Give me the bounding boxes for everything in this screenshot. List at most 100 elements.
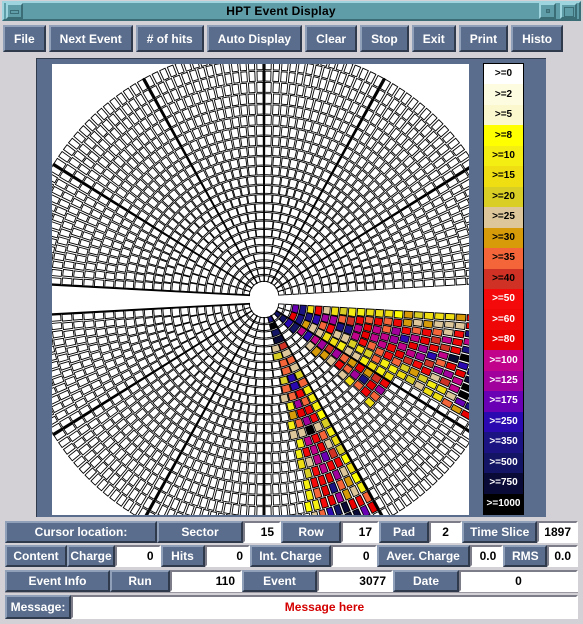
pad[interactable] — [246, 175, 256, 186]
pad[interactable] — [272, 203, 283, 214]
legend-cell-20[interactable]: >=750 — [484, 473, 523, 494]
pad[interactable] — [126, 262, 138, 273]
pad[interactable] — [279, 451, 288, 463]
pad[interactable] — [228, 304, 237, 314]
pad[interactable] — [279, 147, 289, 158]
pad[interactable] — [229, 158, 240, 170]
pad[interactable] — [255, 194, 264, 204]
pad[interactable] — [246, 413, 256, 424]
pad[interactable] — [256, 185, 264, 195]
pad[interactable] — [223, 84, 232, 97]
legend-cell-14[interactable]: >=100 — [484, 350, 523, 371]
pad[interactable] — [93, 278, 105, 288]
pad[interactable] — [247, 166, 257, 177]
pad[interactable] — [296, 84, 305, 97]
pad[interactable] — [238, 195, 249, 206]
pad[interactable] — [114, 280, 125, 289]
pad[interactable] — [271, 166, 281, 177]
pad[interactable] — [248, 185, 257, 195]
pad[interactable] — [245, 221, 256, 231]
pad[interactable] — [455, 277, 467, 286]
pad[interactable] — [236, 205, 248, 216]
pad[interactable] — [248, 136, 257, 147]
pad[interactable] — [114, 310, 125, 319]
pad[interactable] — [52, 314, 62, 322]
pad[interactable] — [466, 314, 469, 322]
pad[interactable] — [239, 421, 249, 432]
pad[interactable] — [403, 280, 414, 289]
pad[interactable] — [62, 268, 74, 278]
pad[interactable] — [247, 473, 256, 484]
pad[interactable] — [247, 82, 256, 94]
number-of-hits-button[interactable]: # of hits — [135, 25, 204, 52]
pad[interactable] — [263, 387, 274, 396]
pad[interactable] — [264, 414, 273, 424]
pad[interactable] — [95, 327, 107, 338]
pad[interactable] — [271, 394, 282, 405]
pad[interactable] — [400, 326, 412, 336]
pad[interactable] — [280, 64, 289, 72]
pad[interactable] — [423, 311, 435, 321]
pad[interactable] — [313, 282, 323, 294]
pad[interactable] — [84, 327, 97, 337]
pad[interactable] — [431, 327, 444, 337]
pad[interactable] — [453, 329, 465, 339]
pad[interactable] — [264, 423, 273, 433]
pad[interactable] — [289, 64, 298, 73]
pad[interactable] — [255, 443, 264, 453]
pad[interactable] — [271, 422, 281, 433]
pad[interactable] — [238, 493, 248, 505]
pad[interactable] — [286, 420, 297, 431]
pad[interactable] — [63, 329, 75, 339]
time-slice-value[interactable]: 1897 — [537, 521, 578, 543]
pad[interactable] — [223, 502, 232, 515]
pad[interactable] — [145, 264, 157, 275]
date-value[interactable]: 0 — [459, 570, 578, 592]
pad[interactable] — [52, 322, 63, 331]
charge-value[interactable]: 0 — [115, 545, 161, 567]
pad[interactable] — [245, 385, 256, 396]
stop-button[interactable]: Stop — [360, 25, 409, 52]
pad[interactable] — [237, 431, 248, 442]
pad[interactable] — [222, 96, 232, 108]
pad[interactable] — [248, 452, 257, 463]
pad[interactable] — [263, 337, 275, 346]
pad[interactable] — [126, 326, 138, 337]
minimize-icon[interactable] — [6, 3, 23, 19]
legend-cell-8[interactable]: >=30 — [484, 227, 523, 249]
pad[interactable] — [247, 442, 256, 453]
pad[interactable] — [264, 64, 272, 71]
pad[interactable] — [136, 324, 147, 334]
pad[interactable] — [74, 262, 86, 271]
next-event-button[interactable]: Next Event — [48, 25, 133, 52]
pad[interactable] — [255, 245, 265, 254]
pad[interactable] — [365, 308, 375, 317]
pad[interactable] — [263, 353, 275, 362]
pad[interactable] — [188, 306, 198, 317]
pad[interactable] — [373, 272, 384, 283]
pad[interactable] — [295, 73, 304, 85]
aver-charge-value[interactable]: 0.0 — [469, 545, 504, 567]
pad[interactable] — [264, 166, 273, 176]
pad[interactable] — [431, 262, 444, 272]
pad[interactable] — [382, 317, 394, 326]
pad[interactable] — [287, 450, 296, 462]
pad[interactable] — [421, 327, 433, 338]
pad[interactable] — [232, 72, 241, 84]
pad[interactable] — [247, 212, 257, 222]
pad[interactable] — [288, 503, 297, 515]
pad[interactable] — [124, 280, 135, 289]
pad[interactable] — [313, 305, 323, 317]
pad[interactable] — [213, 284, 222, 294]
pad[interactable] — [263, 268, 272, 276]
pad[interactable] — [413, 279, 424, 288]
pad[interactable] — [255, 345, 265, 354]
maximize-icon[interactable] — [560, 3, 577, 19]
hpt-detector-pad-plane[interactable] — [52, 64, 469, 515]
legend-cell-2[interactable]: >=5 — [484, 104, 523, 126]
pad[interactable] — [271, 360, 281, 370]
legend-cell-19[interactable]: >=500 — [484, 452, 523, 474]
pad[interactable] — [297, 64, 306, 74]
pad[interactable] — [255, 175, 264, 185]
pad[interactable] — [238, 176, 248, 188]
